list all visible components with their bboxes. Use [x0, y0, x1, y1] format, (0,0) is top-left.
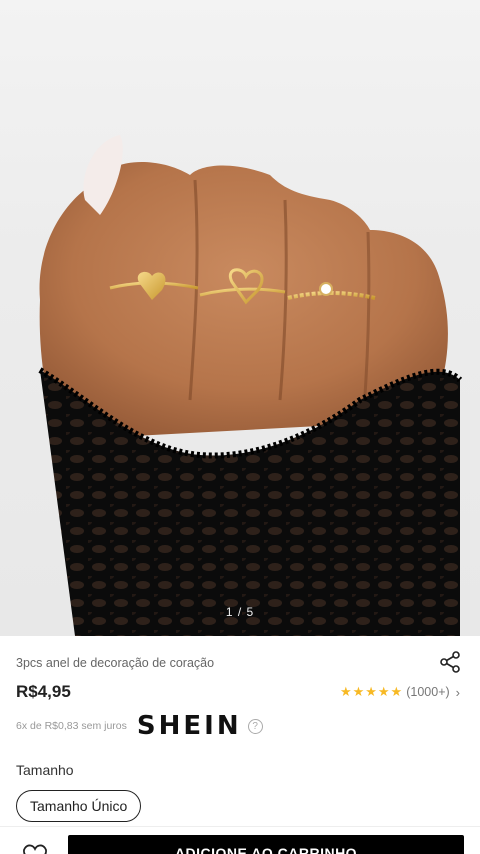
installment-text: 6x de R$0,83 sem juros: [16, 720, 127, 732]
product-photo: [38, 135, 463, 636]
product-title: 3pcs anel de decoração de coração: [16, 656, 215, 670]
add-to-cart-button[interactable]: ADICIONE AO CARRINHO: [68, 835, 464, 854]
heart-icon[interactable]: [20, 843, 50, 854]
title-row: 3pcs anel de decoração de coração: [16, 651, 464, 676]
share-icon[interactable]: [438, 650, 462, 674]
rating-link[interactable]: ★★★★★ (1000+) ›: [340, 684, 460, 700]
review-count: (1000+): [406, 685, 450, 699]
size-option-button[interactable]: Tamanho Único: [16, 790, 142, 822]
gallery-pager: 1 / 5: [225, 605, 255, 619]
brand-logo: SHEIN: [136, 711, 242, 741]
installment-row: 6x de R$0,83 sem juros SHEIN ?: [16, 711, 263, 741]
help-icon[interactable]: ?: [247, 718, 263, 734]
bottom-action-bar: ADICIONE AO CARRINHO: [0, 826, 480, 854]
chevron-right-icon: ›: [455, 684, 460, 700]
rating-stars: ★★★★★: [339, 684, 404, 699]
product-image-gallery[interactable]: 1 / 5: [0, 0, 480, 636]
size-label: Tamanho: [16, 762, 74, 778]
price-row: R$4,95 ★★★★★ (1000+) ›: [16, 682, 464, 704]
